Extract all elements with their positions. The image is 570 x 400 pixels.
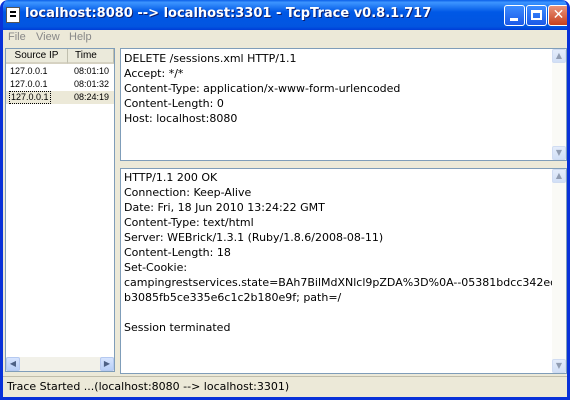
minimize-button[interactable] bbox=[504, 5, 525, 26]
scroll-down-icon[interactable]: ▼ bbox=[552, 146, 566, 160]
response-line: Server: WEBrick/1.3.1 (Ruby/1.8.6/2008-0… bbox=[124, 231, 384, 244]
cell-source-ip: 127.0.0.1 bbox=[9, 91, 51, 104]
window-title: localhost:8080 --> localhost:3301 - TcpT… bbox=[25, 6, 432, 21]
response-line: HTTP/1.1 200 OK bbox=[124, 171, 218, 184]
response-line: Session terminated bbox=[124, 321, 231, 334]
response-line: Content-Type: text/html bbox=[124, 216, 254, 229]
response-line: Set-Cookie: bbox=[124, 261, 188, 274]
request-line: Accept: */* bbox=[124, 67, 184, 80]
response-line: b3085fb5ce335e6c1c2b180e9f; path=/ bbox=[124, 291, 342, 304]
response-line: Content-Length: 18 bbox=[124, 246, 231, 259]
request-line: DELETE /sessions.xml HTTP/1.1 bbox=[124, 52, 297, 65]
menu-view[interactable]: View bbox=[36, 31, 60, 43]
cell-time: 08:01:10 bbox=[74, 66, 110, 76]
connection-list[interactable]: Source IP Time 127.0.0.1 08:01:10 127.0.… bbox=[5, 48, 115, 372]
scroll-up-icon[interactable]: ▲ bbox=[552, 169, 566, 183]
menu-help[interactable]: Help bbox=[69, 31, 92, 43]
response-line: Date: Fri, 18 Jun 2010 13:24:22 GMT bbox=[124, 201, 325, 214]
request-line: Content-Type: application/x-www-form-url… bbox=[124, 82, 401, 95]
app-icon[interactable] bbox=[6, 7, 20, 23]
horizontal-scrollbar[interactable]: ◀ ▶ bbox=[6, 357, 114, 371]
request-pane[interactable]: DELETE /sessions.xml HTTP/1.1 Accept: */… bbox=[120, 48, 567, 161]
request-line: Host: localhost:8080 bbox=[124, 112, 238, 125]
app-window: localhost:8080 --> localhost:3301 - TcpT… bbox=[0, 0, 570, 400]
table-row[interactable]: 127.0.0.1 08:01:10 bbox=[6, 65, 114, 78]
response-pane[interactable]: HTTP/1.1 200 OK Connection: Keep-Alive D… bbox=[120, 168, 567, 374]
title-bar[interactable]: localhost:8080 --> localhost:3301 - TcpT… bbox=[3, 0, 567, 30]
scroll-right-icon[interactable]: ▶ bbox=[100, 357, 114, 371]
close-icon: ✕ bbox=[552, 7, 565, 23]
table-row-selected[interactable]: 127.0.0.1 08:24:19 bbox=[6, 91, 114, 104]
menu-file[interactable]: File bbox=[8, 31, 26, 43]
cell-source-ip: 127.0.0.1 bbox=[10, 79, 48, 89]
scroll-down-icon[interactable]: ▼ bbox=[552, 359, 566, 373]
column-header-source-ip[interactable]: Source IP bbox=[6, 49, 68, 64]
response-line: Connection: Keep-Alive bbox=[124, 186, 252, 199]
scroll-up-icon[interactable]: ▲ bbox=[552, 49, 566, 63]
scroll-left-icon[interactable]: ◀ bbox=[6, 357, 20, 371]
cell-time: 08:24:19 bbox=[74, 92, 110, 102]
status-text: Trace Started ...(localhost:8080 --> loc… bbox=[7, 380, 290, 393]
table-row[interactable]: 127.0.0.1 08:01:32 bbox=[6, 78, 114, 91]
status-bar: Trace Started ...(localhost:8080 --> loc… bbox=[3, 376, 567, 397]
cell-time: 08:01:32 bbox=[74, 79, 110, 89]
column-header-time[interactable]: Time bbox=[68, 49, 114, 64]
menu-bar: File View Help bbox=[3, 30, 567, 46]
request-line: Content-Length: 0 bbox=[124, 97, 224, 110]
vertical-scrollbar[interactable]: ▲ ▼ bbox=[552, 49, 566, 160]
cell-source-ip: 127.0.0.1 bbox=[10, 66, 48, 76]
maximize-icon bbox=[531, 10, 542, 20]
response-line: campingrestservices.state=BAh7BilMdXNlcl… bbox=[124, 276, 557, 289]
minimize-icon bbox=[510, 18, 518, 21]
vertical-scrollbar[interactable]: ▲ ▼ bbox=[552, 169, 566, 373]
close-button[interactable]: ✕ bbox=[548, 5, 567, 26]
maximize-button[interactable] bbox=[526, 5, 547, 26]
